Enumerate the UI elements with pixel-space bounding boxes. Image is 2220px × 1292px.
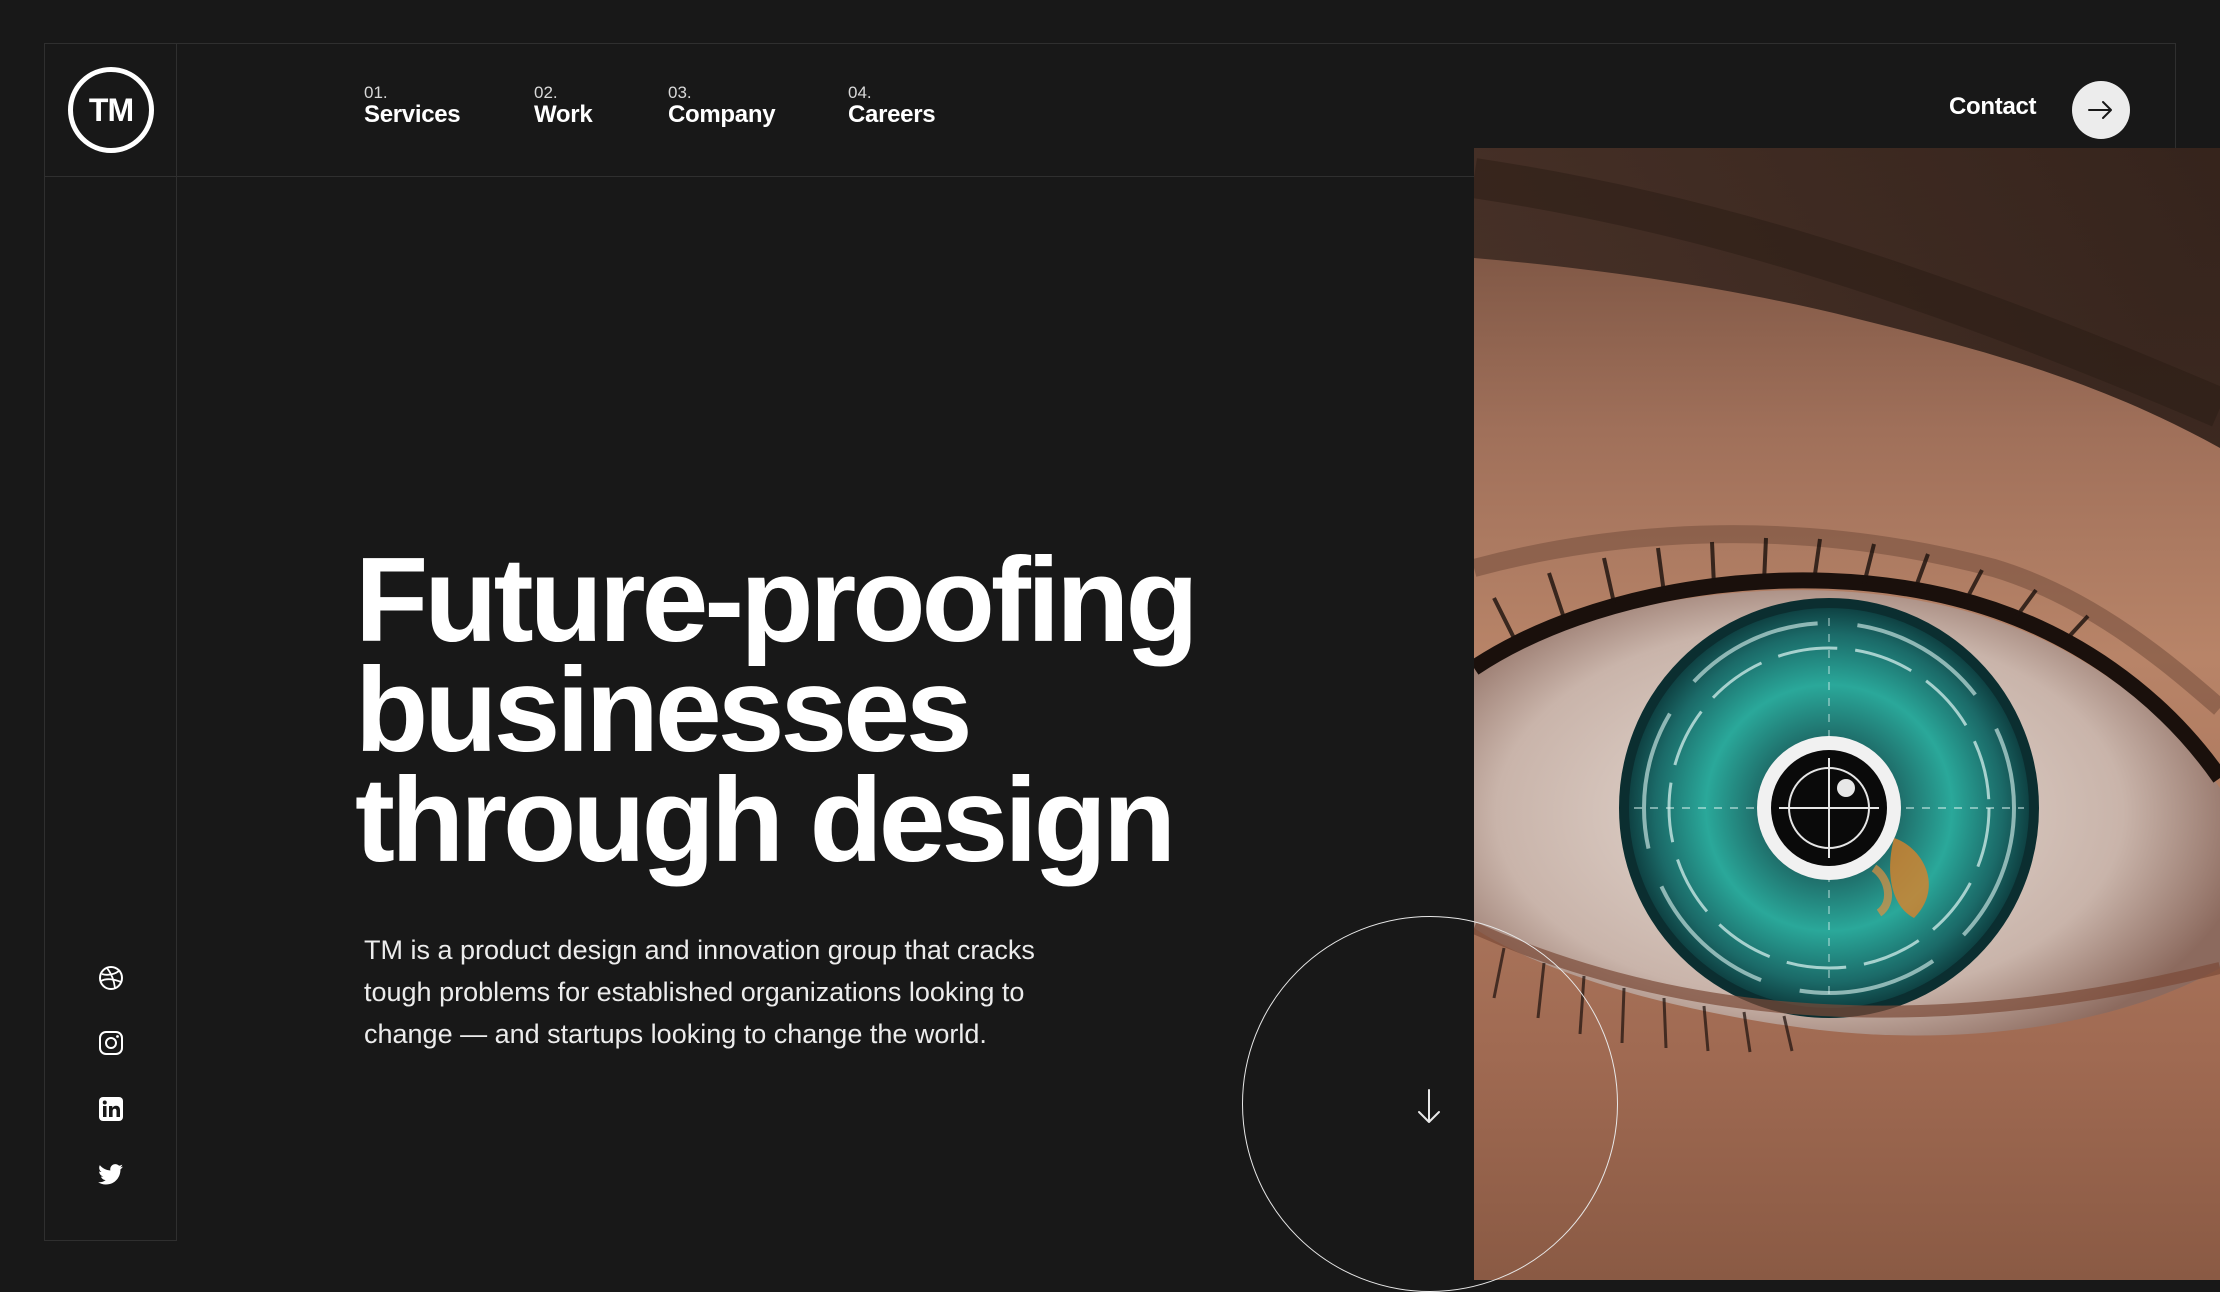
nav-item-label: Company	[668, 101, 776, 128]
brand-logo-text: TM	[88, 91, 134, 128]
nav-item-label: Services	[364, 101, 461, 128]
linkedin-icon[interactable]	[96, 1094, 126, 1124]
nav-item-number: 02.	[534, 83, 558, 102]
hero-title-line: through design	[355, 753, 1176, 887]
contact-button[interactable]	[2072, 81, 2130, 139]
hero-title-line: businesses	[355, 643, 973, 777]
nav-item-services[interactable]: 01. Services	[364, 83, 461, 128]
twitter-icon[interactable]	[96, 1160, 126, 1190]
brand-logo[interactable]: TM	[68, 67, 154, 153]
hero-title: Future-proofing businesses through desig…	[355, 533, 1199, 887]
arrow-right-icon	[2088, 101, 2112, 119]
sidebar-frame	[44, 43, 177, 1241]
nav-item-careers[interactable]: 04. Careers	[848, 83, 936, 128]
arrow-down-icon[interactable]	[1416, 1088, 1442, 1131]
instagram-icon[interactable]	[96, 1028, 126, 1058]
nav-item-label: Work	[534, 101, 593, 128]
nav-item-work[interactable]: 02. Work	[534, 83, 593, 128]
dribbble-icon[interactable]	[96, 963, 126, 993]
hero-description: TM is a product design and innovation gr…	[364, 935, 1035, 1049]
contact-link[interactable]: Contact	[1949, 93, 2037, 121]
nav-item-number: 01.	[364, 83, 388, 102]
nav-item-number: 03.	[668, 83, 692, 102]
nav-item-label: Careers	[848, 101, 936, 128]
nav-item-number: 04.	[848, 83, 872, 102]
nav-item-company[interactable]: 03. Company	[668, 83, 776, 128]
hero-title-line: Future-proofing	[355, 533, 1199, 667]
